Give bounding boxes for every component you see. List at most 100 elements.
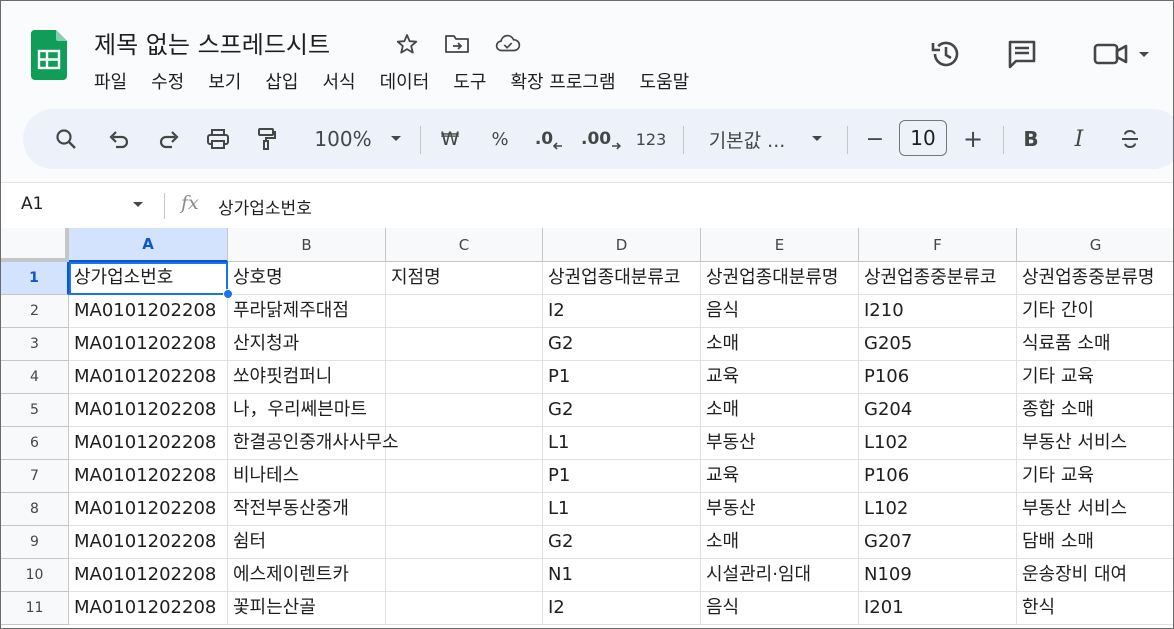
cell-e2[interactable]: 음식 bbox=[701, 295, 859, 328]
cell-e6[interactable]: 부동산 bbox=[701, 427, 859, 460]
cell-c5[interactable] bbox=[386, 394, 543, 427]
increase-decimal-button[interactable]: .00 bbox=[581, 109, 621, 169]
cell-c8[interactable] bbox=[386, 493, 543, 526]
row-header[interactable]: 5 bbox=[1, 394, 69, 427]
row-header[interactable]: 6 bbox=[1, 427, 69, 460]
cell-c7[interactable] bbox=[386, 460, 543, 493]
document-title[interactable]: 제목 없는 스프레드시트 bbox=[94, 25, 330, 60]
cell-g3[interactable]: 식료품 소매 bbox=[1017, 328, 1173, 361]
cell-b1[interactable]: 상호명 bbox=[228, 262, 386, 295]
strikethrough-icon[interactable] bbox=[1113, 109, 1147, 169]
decrease-font-size-button[interactable]: − bbox=[859, 109, 891, 169]
cell-c3[interactable] bbox=[386, 328, 543, 361]
cell-c9[interactable] bbox=[386, 526, 543, 559]
cell-b7[interactable]: 비나테스 bbox=[228, 460, 386, 493]
cell-g6[interactable]: 부동산 서비스 bbox=[1017, 427, 1173, 460]
select-all-corner[interactable] bbox=[1, 228, 69, 262]
column-header-e[interactable]: E bbox=[701, 228, 859, 262]
cell-a8[interactable]: MA0101202208 bbox=[69, 493, 228, 526]
move-to-folder-icon[interactable] bbox=[444, 31, 470, 57]
print-icon[interactable] bbox=[201, 109, 235, 169]
column-header-g[interactable]: G bbox=[1017, 228, 1173, 262]
column-header-f[interactable]: F bbox=[859, 228, 1017, 262]
cell-d6[interactable]: L1 bbox=[543, 427, 701, 460]
undo-icon[interactable] bbox=[103, 109, 135, 169]
cell-f4[interactable]: P106 bbox=[859, 361, 1017, 394]
menu-extensions[interactable]: 확장 프로그램 bbox=[510, 68, 615, 94]
menu-edit[interactable]: 수정 bbox=[151, 68, 184, 94]
sheets-logo-icon[interactable] bbox=[31, 30, 67, 80]
cell-d9[interactable]: G2 bbox=[543, 526, 701, 559]
cell-f3[interactable]: G205 bbox=[859, 328, 1017, 361]
row-header[interactable]: 7 bbox=[1, 460, 69, 493]
cell-d1[interactable]: 상권업종대분류코 bbox=[543, 262, 701, 295]
redo-icon[interactable] bbox=[153, 109, 185, 169]
cell-b10[interactable]: 에스제이렌트카 bbox=[228, 559, 386, 592]
cell-d7[interactable]: P1 bbox=[543, 460, 701, 493]
cell-g5[interactable]: 종합 소매 bbox=[1017, 394, 1173, 427]
star-icon[interactable] bbox=[394, 31, 420, 57]
cell-b6[interactable]: 한결공인중개사사무소 bbox=[228, 427, 399, 460]
cell-f1[interactable]: 상권업종중분류코 bbox=[859, 262, 1017, 295]
cell-b11[interactable]: 꽃피는산골 bbox=[228, 592, 386, 625]
font-size-input[interactable]: 10 bbox=[899, 120, 947, 156]
cell-g2[interactable]: 기타 간이 bbox=[1017, 295, 1173, 328]
bold-button[interactable]: B bbox=[1015, 109, 1047, 169]
cell-c6[interactable] bbox=[386, 427, 543, 460]
name-box[interactable]: A1 bbox=[21, 194, 43, 214]
cell-a3[interactable]: MA0101202208 bbox=[69, 328, 228, 361]
column-header-b[interactable]: B bbox=[228, 228, 386, 262]
cell-e10[interactable]: 시설관리·임대 bbox=[701, 559, 859, 592]
cell-e5[interactable]: 소매 bbox=[701, 394, 859, 427]
cell-c1[interactable]: 지점명 bbox=[386, 262, 543, 295]
cell-c4[interactable] bbox=[386, 361, 543, 394]
cell-f7[interactable]: P106 bbox=[859, 460, 1017, 493]
cell-d3[interactable]: G2 bbox=[543, 328, 701, 361]
column-header-a[interactable]: A bbox=[69, 228, 228, 262]
cell-f6[interactable]: L102 bbox=[859, 427, 1017, 460]
cell-a11[interactable]: MA0101202208 bbox=[69, 592, 228, 625]
cell-b4[interactable]: 쏘야핏컴퍼니 bbox=[228, 361, 386, 394]
row-header[interactable]: 2 bbox=[1, 295, 69, 328]
cell-f10[interactable]: N109 bbox=[859, 559, 1017, 592]
cell-c11[interactable] bbox=[386, 592, 543, 625]
menu-format[interactable]: 서식 bbox=[323, 68, 356, 94]
cell-g10[interactable]: 운송장비 대여 bbox=[1017, 559, 1173, 592]
cell-f11[interactable]: I201 bbox=[859, 592, 1017, 625]
cell-a6[interactable]: MA0101202208 bbox=[69, 427, 228, 460]
paint-format-icon[interactable] bbox=[251, 109, 283, 169]
cell-a2[interactable]: MA0101202208 bbox=[69, 295, 228, 328]
decrease-decimal-button[interactable]: .0 bbox=[531, 109, 567, 169]
cell-f5[interactable]: G204 bbox=[859, 394, 1017, 427]
formula-input[interactable]: 상가업소번호 bbox=[218, 194, 312, 219]
cell-f8[interactable]: L102 bbox=[859, 493, 1017, 526]
row-header[interactable]: 11 bbox=[1, 592, 69, 625]
cell-e1[interactable]: 상권업종대분류명 bbox=[701, 262, 859, 295]
cell-e8[interactable]: 부동산 bbox=[701, 493, 859, 526]
cell-g4[interactable]: 기타 교육 bbox=[1017, 361, 1173, 394]
row-header[interactable]: 4 bbox=[1, 361, 69, 394]
more-formats-button[interactable]: 123 bbox=[633, 109, 669, 169]
cell-g7[interactable]: 기타 교육 bbox=[1017, 460, 1173, 493]
zoom-select[interactable]: 100% bbox=[303, 109, 413, 169]
cell-d5[interactable]: G2 bbox=[543, 394, 701, 427]
row-header[interactable]: 1 bbox=[1, 262, 69, 295]
cell-e3[interactable]: 소매 bbox=[701, 328, 859, 361]
cell-e4[interactable]: 교육 bbox=[701, 361, 859, 394]
search-icon[interactable] bbox=[49, 109, 83, 169]
cell-d8[interactable]: L1 bbox=[543, 493, 701, 526]
column-header-d[interactable]: D bbox=[543, 228, 701, 262]
font-family-select[interactable]: 기본값 ... bbox=[697, 109, 835, 169]
cell-c2[interactable] bbox=[386, 295, 543, 328]
menu-insert[interactable]: 삽입 bbox=[265, 68, 298, 94]
percent-format-button[interactable]: % bbox=[483, 109, 517, 169]
currency-format-button[interactable]: ₩ bbox=[433, 109, 467, 169]
row-header[interactable]: 9 bbox=[1, 526, 69, 559]
cell-e11[interactable]: 음식 bbox=[701, 592, 859, 625]
cell-b2[interactable]: 푸라닭제주대점 bbox=[228, 295, 386, 328]
cell-g9[interactable]: 담배 소매 bbox=[1017, 526, 1173, 559]
chevron-down-icon[interactable] bbox=[132, 201, 144, 209]
cell-c10[interactable] bbox=[386, 559, 543, 592]
italic-button[interactable]: I bbox=[1063, 109, 1095, 169]
cloud-saved-icon[interactable] bbox=[495, 31, 521, 57]
